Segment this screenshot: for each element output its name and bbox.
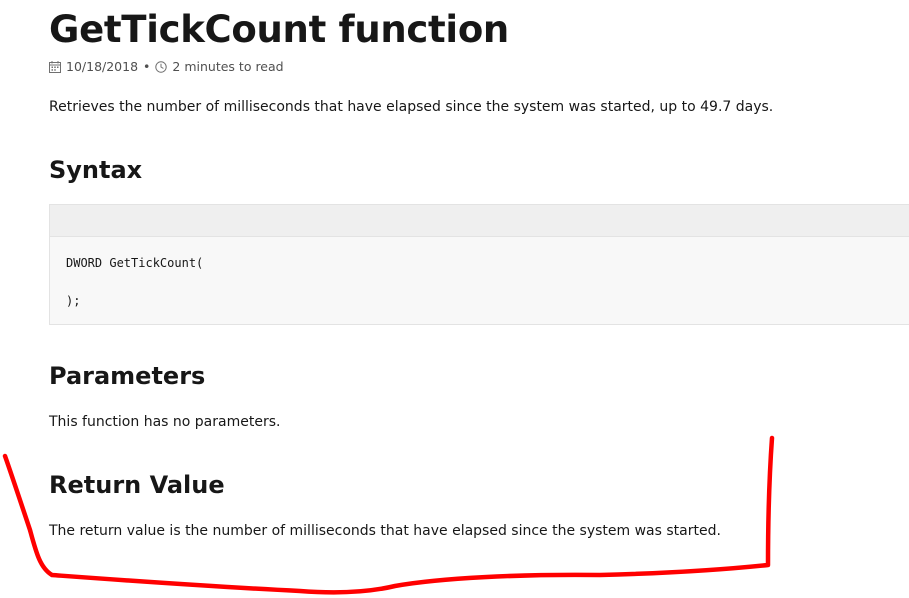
article-metadata: 10/18/2018 • 2 minutes to read [49, 59, 284, 74]
parameters-heading: Parameters [49, 362, 206, 390]
syntax-code-block: DWORD GetTickCount( ); [49, 204, 909, 325]
doc-page: GetTickCount function 10/18/2018 • 2 min… [0, 0, 909, 598]
code-line: ); [66, 294, 81, 308]
code-block-header [50, 205, 909, 237]
intro-paragraph: Retrieves the number of milliseconds tha… [49, 99, 774, 115]
parameters-text: This function has no parameters. [49, 414, 281, 430]
return-value-heading: Return Value [49, 471, 225, 499]
read-time: 2 minutes to read [172, 59, 284, 74]
code-content: DWORD GetTickCount( ); [50, 237, 909, 311]
syntax-heading: Syntax [49, 156, 143, 184]
article-date: 10/18/2018 [66, 59, 139, 74]
calendar-icon [49, 60, 61, 73]
page-title: GetTickCount function [49, 8, 509, 51]
annotation-stroke [2, 435, 775, 595]
return-value-text: The return value is the number of millis… [49, 523, 721, 539]
meta-separator: • [143, 59, 151, 74]
code-line: DWORD GetTickCount( [66, 256, 204, 270]
clock-icon [155, 60, 168, 73]
